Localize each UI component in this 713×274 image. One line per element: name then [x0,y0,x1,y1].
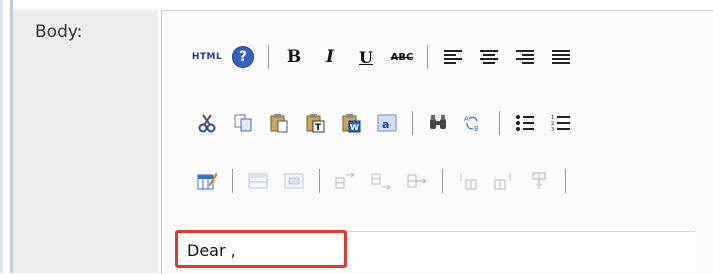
copy-icon[interactable] [228,109,258,137]
bold-icon[interactable]: B [279,43,309,71]
svg-text:T: T [315,123,322,133]
help-icon[interactable]: ? [228,43,258,71]
toolbar-separator [268,45,269,69]
svg-text:W: W [350,123,359,132]
toolbar-row-2: T W a AB 123 [192,107,582,139]
toolbar-separator [412,111,413,135]
clipped-top-text [0,0,713,10]
field-label-cell: Body: [13,10,158,273]
italic-icon[interactable]: I [315,43,345,71]
cell-props-icon[interactable] [279,167,309,195]
align-left-icon[interactable] [438,43,468,71]
numbered-list-icon[interactable]: 123 [546,109,576,137]
toolbar-separator [565,169,566,193]
strikethrough-icon[interactable]: ABC [387,43,417,71]
cut-icon[interactable] [192,109,222,137]
paste-icon[interactable] [264,109,294,137]
insert-col-after-icon[interactable] [489,167,519,195]
left-accent-border [0,0,13,273]
svg-text:3: 3 [551,127,554,132]
toolbar-separator [427,45,428,69]
rich-text-editor: HTML ? B I U ABC T W a A B 1 2 3 Dear , [161,10,713,274]
insert-col-before-icon[interactable] [453,167,483,195]
toolbar-separator [442,169,443,193]
toolbar-separator [499,111,500,135]
highlighted-body-text[interactable]: Dear , [175,230,347,268]
paste-text-icon[interactable]: T [300,109,330,137]
toolbar-separator [319,169,320,193]
delete-row-icon[interactable] [402,167,432,195]
body-label: Body: [35,22,83,42]
edit-table-icon[interactable] [192,167,222,195]
align-right-icon[interactable] [510,43,540,71]
delete-col-icon[interactable] [525,167,555,195]
paste-word-icon[interactable]: W [336,109,366,137]
toolbar-row-3 [192,165,576,197]
insert-row-before-icon[interactable] [330,167,360,195]
find-icon[interactable] [423,109,453,137]
table-props-icon[interactable] [243,167,273,195]
clean-format-icon[interactable]: a [372,109,402,137]
svg-text:A: A [464,115,469,123]
svg-text:B: B [474,125,479,133]
toolbar-separator [232,169,233,193]
body-content-text[interactable]: Dear , [187,241,236,260]
html-source-icon[interactable]: HTML [192,43,222,71]
insert-row-after-icon[interactable] [366,167,396,195]
align-justify-icon[interactable] [546,43,576,71]
svg-text:a: a [382,118,389,131]
align-center-icon[interactable] [474,43,504,71]
replace-icon[interactable]: AB [459,109,489,137]
toolbar-row-1: HTML ? B I U ABC [192,41,582,73]
underline-icon[interactable]: U [351,43,381,71]
bullet-list-icon[interactable] [510,109,540,137]
